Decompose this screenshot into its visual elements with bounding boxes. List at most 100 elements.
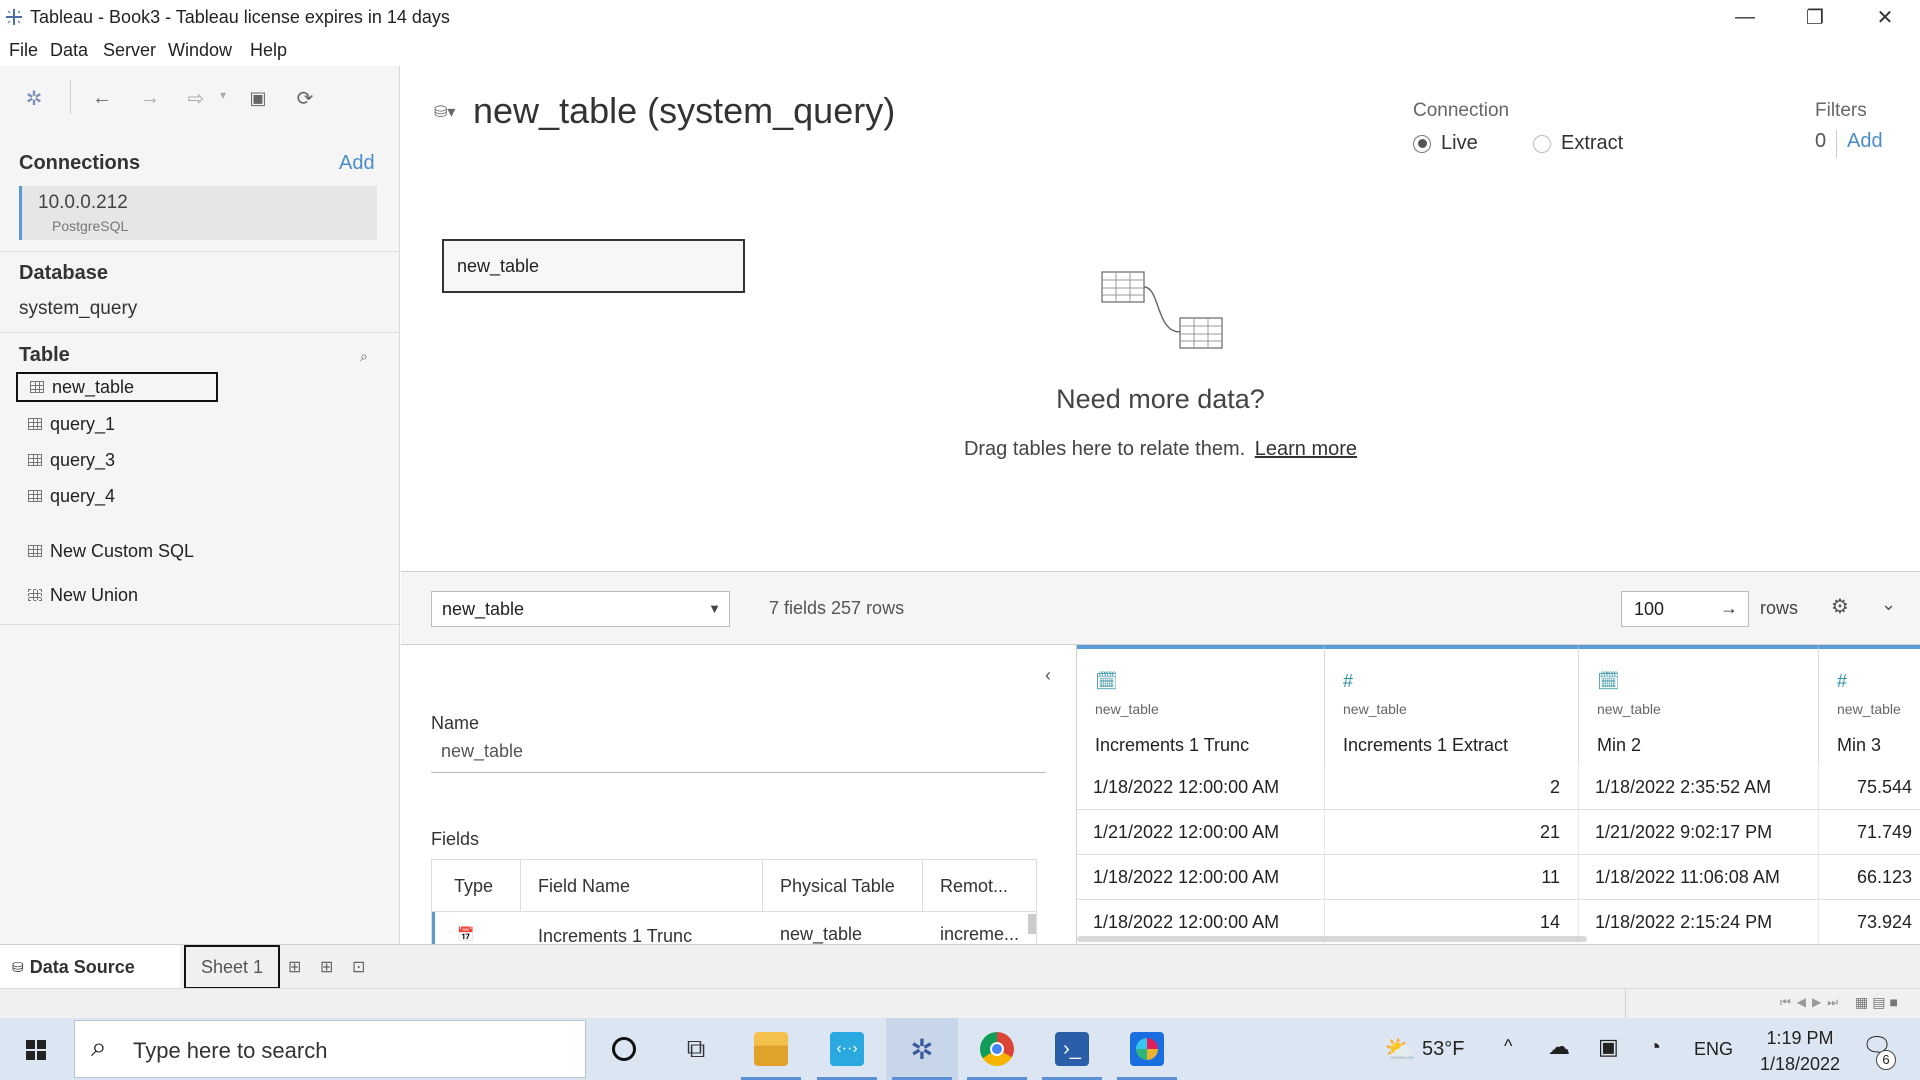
tableau-taskbar-icon[interactable]: ✲ <box>886 1018 958 1080</box>
learn-more-link[interactable]: Learn more <box>1255 438 1357 460</box>
table-item-query-4[interactable]: query_4 <box>16 481 216 511</box>
menu-help[interactable]: Help <box>250 40 287 61</box>
slack-icon[interactable] <box>1111 1018 1183 1080</box>
table-item-new-table[interactable]: new_table <box>16 372 218 402</box>
grid-column-increments-1-extract[interactable]: # new_table Increments 1 Extract <box>1325 645 1579 765</box>
live-radio[interactable]: Live <box>1413 132 1478 155</box>
search-icon: ⌕ <box>91 1031 107 1062</box>
search-icon[interactable]: ⌕ <box>360 348 368 365</box>
grid-column-increments-1-trunc[interactable]: 🗓 new_table Increments 1 Trunc <box>1077 645 1325 765</box>
sheet-nav-arrows-icon[interactable]: ⏮◀▶⏭ <box>1780 995 1844 1010</box>
tableau-home-icon[interactable]: ✲ <box>20 84 48 112</box>
table-icon <box>28 454 42 466</box>
language-indicator[interactable]: ENG <box>1694 1039 1733 1060</box>
wifi-icon[interactable]: ◔ <box>1648 1034 1661 1060</box>
restore-button[interactable]: ❐ <box>1780 0 1850 34</box>
redo-dropdown-icon[interactable]: ▾ <box>220 88 226 102</box>
grid-cell: 66.123 <box>1819 855 1920 900</box>
display-icon[interactable]: ▣ <box>1598 1034 1619 1060</box>
filters-count: 0 <box>1815 130 1827 152</box>
table-select[interactable]: new_table ▼ <box>431 591 730 627</box>
extract-label: Extract <box>1561 132 1624 154</box>
grid-cell: 1/18/2022 12:00:00 AM <box>1077 765 1325 810</box>
menu-bar: File Data Server Window Help <box>0 34 1920 66</box>
menu-data[interactable]: Data <box>50 40 88 61</box>
new-worksheet-icon[interactable]: ⊞ <box>288 957 301 977</box>
divider <box>762 860 763 912</box>
menu-file[interactable]: File <box>9 40 38 61</box>
gear-icon[interactable]: ⚙ <box>1831 594 1849 619</box>
menu-window[interactable]: Window <box>168 40 232 61</box>
close-button[interactable]: ✕ <box>1850 0 1920 34</box>
weather-icon[interactable]: ⛅ <box>1384 1034 1416 1065</box>
union-icon <box>28 589 42 601</box>
chrome-icon[interactable] <box>961 1018 1033 1080</box>
collapse-chevron-icon[interactable]: ⌄ <box>1881 594 1896 615</box>
minimize-button[interactable]: — <box>1710 0 1780 34</box>
custom-sql-icon <box>28 545 42 557</box>
menu-server[interactable]: Server <box>103 40 156 61</box>
redo-icon[interactable]: ⇨ <box>182 84 210 112</box>
column-name: Min 3 <box>1837 735 1882 755</box>
arrow-right-icon[interactable]: → <box>1720 598 1738 619</box>
refresh-icon[interactable]: ⟳ <box>291 84 319 112</box>
scrollbar[interactable] <box>1028 914 1036 934</box>
need-more-data-heading: Need more data? <box>1056 384 1265 414</box>
onedrive-icon[interactable]: ☁ <box>1548 1034 1570 1060</box>
table-title: Table <box>19 344 70 366</box>
add-filter-link[interactable]: Add <box>1847 130 1883 153</box>
windows-start-icon[interactable] <box>26 1040 46 1060</box>
connection-item[interactable]: 10.0.0.212 PostgreSQL <box>19 186 377 240</box>
forward-icon[interactable]: → <box>136 84 164 112</box>
extract-radio[interactable]: Extract <box>1533 132 1623 155</box>
view-toggle-icons[interactable]: ▦▤■ <box>1855 994 1902 1011</box>
new-union-item[interactable]: New Union <box>16 580 276 610</box>
file-explorer-icon[interactable] <box>735 1018 807 1080</box>
taskbar-search-box[interactable]: ⌕ Type here to search <box>74 1020 586 1078</box>
data-source-tab[interactable]: ⛁ Data Source <box>0 945 180 989</box>
task-view-icon[interactable]: ⧉ <box>660 1018 732 1080</box>
date-time-icon[interactable]: 🗓 <box>1597 671 1620 692</box>
canvas-table-box[interactable]: new_table <box>442 239 745 293</box>
back-icon[interactable]: ← <box>88 84 116 112</box>
horizontal-scrollbar[interactable] <box>1077 936 1587 942</box>
clock-date[interactable]: 1/18/2022 <box>1752 1054 1848 1075</box>
table-item-query-3[interactable]: query_3 <box>16 445 216 475</box>
relate-tables-illustration-icon <box>1101 271 1223 349</box>
weather-temp[interactable]: 53°F <box>1422 1038 1464 1061</box>
add-connection-link[interactable]: Add <box>339 152 375 175</box>
rows-input[interactable]: 100 → <box>1621 591 1749 627</box>
grid-column-min-3[interactable]: # new_table Min 3 <box>1819 645 1920 765</box>
database-name[interactable]: system_query <box>19 298 137 320</box>
column-header-physical-table[interactable]: Physical Table <box>780 876 895 897</box>
datasource-icon[interactable]: ⛁▾ <box>434 102 455 122</box>
date-time-icon[interactable]: 🗓 <box>1095 671 1118 692</box>
column-name: Increments 1 Extract <box>1343 735 1509 755</box>
powershell-icon[interactable]: ›_ <box>1036 1018 1108 1080</box>
table-name-field[interactable]: new_table <box>431 741 1046 773</box>
clock-time[interactable]: 1:19 PM <box>1752 1028 1848 1049</box>
cortana-icon[interactable] <box>588 1018 660 1080</box>
remote-desktop-icon[interactable]: ‹··› <box>811 1018 883 1080</box>
collapse-panel-icon[interactable]: ‹ <box>1045 665 1051 686</box>
column-header-remote[interactable]: Remot... <box>940 876 1008 897</box>
grid-column-min-2[interactable]: 🗓 new_table Min 2 <box>1579 645 1819 765</box>
number-icon[interactable]: # <box>1837 671 1847 692</box>
number-icon[interactable]: # <box>1343 671 1353 692</box>
grid-cell: 1/18/2022 2:35:52 AM <box>1579 765 1819 810</box>
new-dashboard-icon[interactable]: ⊞ <box>320 957 333 977</box>
new-custom-sql-item[interactable]: New Custom SQL <box>16 536 276 566</box>
fields-table-row[interactable]: 📅 Increments 1 Trunc new_table increme..… <box>432 912 1036 944</box>
column-header-field-name[interactable]: Field Name <box>538 876 630 897</box>
table-item-query-1[interactable]: query_1 <box>16 409 216 439</box>
sheet-1-tab[interactable]: Sheet 1 <box>184 945 280 989</box>
grid-cell: 73.924 <box>1819 900 1920 945</box>
save-icon[interactable]: ▣ <box>244 84 272 112</box>
new-story-icon[interactable]: ⊡ <box>352 957 365 977</box>
column-header-type[interactable]: Type <box>454 876 493 897</box>
page-title[interactable]: new_table (system_query) <box>473 90 895 132</box>
connection-host: 10.0.0.212 <box>38 192 128 213</box>
date-time-icon: 📅 <box>457 926 475 942</box>
show-hidden-icons-icon[interactable]: ^ <box>1504 1036 1512 1057</box>
new-custom-sql-label: New Custom SQL <box>50 540 195 561</box>
